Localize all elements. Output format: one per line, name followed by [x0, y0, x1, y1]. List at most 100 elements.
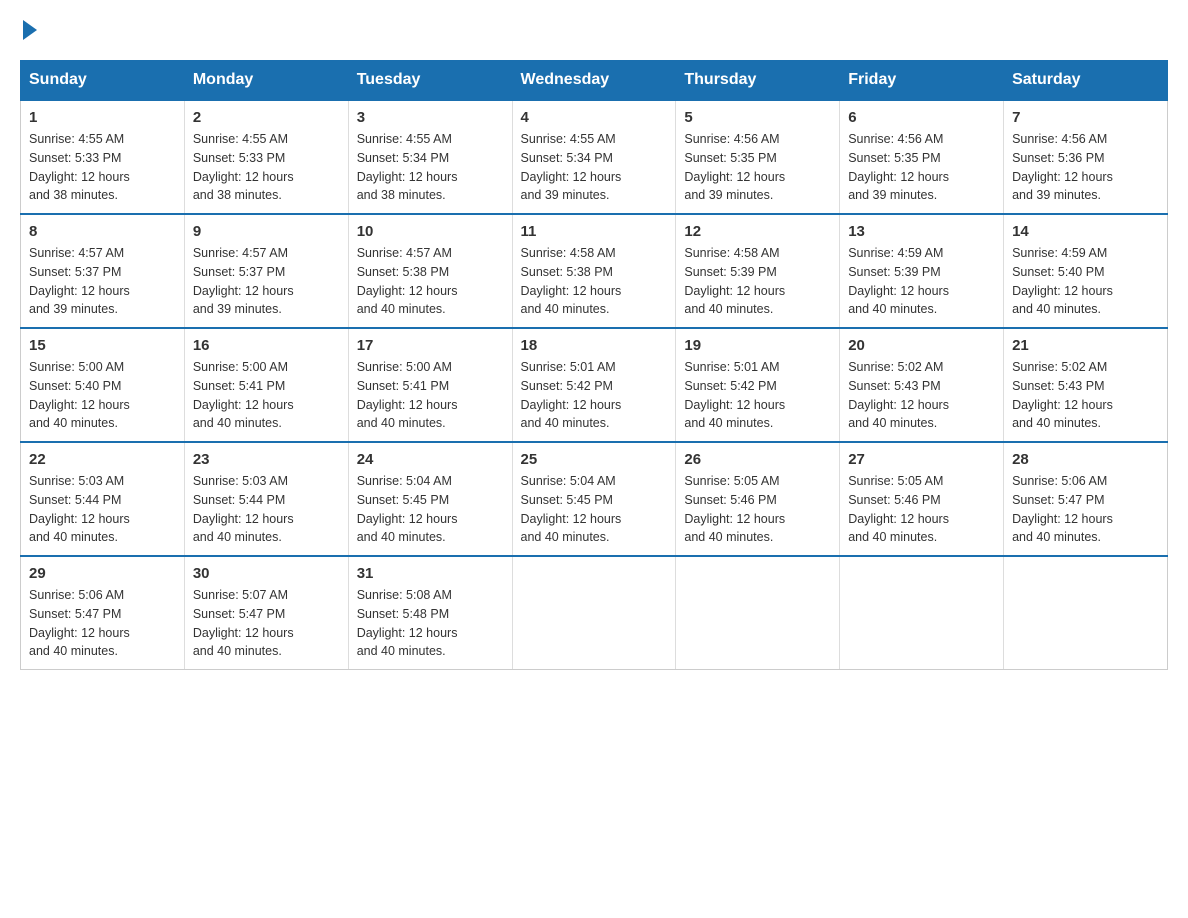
calendar-cell: 24 Sunrise: 5:04 AMSunset: 5:45 PMDaylig… [348, 442, 512, 556]
column-header-sunday: Sunday [21, 61, 185, 101]
day-info: Sunrise: 4:58 AMSunset: 5:38 PMDaylight:… [521, 246, 622, 316]
day-info: Sunrise: 4:56 AMSunset: 5:36 PMDaylight:… [1012, 132, 1113, 202]
calendar-cell: 17 Sunrise: 5:00 AMSunset: 5:41 PMDaylig… [348, 328, 512, 442]
calendar-week-row: 15 Sunrise: 5:00 AMSunset: 5:40 PMDaylig… [21, 328, 1168, 442]
calendar-week-row: 1 Sunrise: 4:55 AMSunset: 5:33 PMDayligh… [21, 100, 1168, 214]
day-number: 14 [1012, 223, 1159, 240]
day-number: 21 [1012, 337, 1159, 354]
day-info: Sunrise: 5:04 AMSunset: 5:45 PMDaylight:… [521, 474, 622, 544]
calendar-cell: 20 Sunrise: 5:02 AMSunset: 5:43 PMDaylig… [840, 328, 1004, 442]
day-number: 3 [357, 109, 504, 126]
calendar-cell: 6 Sunrise: 4:56 AMSunset: 5:35 PMDayligh… [840, 100, 1004, 214]
calendar-cell: 26 Sunrise: 5:05 AMSunset: 5:46 PMDaylig… [676, 442, 840, 556]
calendar-cell: 9 Sunrise: 4:57 AMSunset: 5:37 PMDayligh… [184, 214, 348, 328]
day-number: 8 [29, 223, 176, 240]
day-number: 31 [357, 565, 504, 582]
day-number: 28 [1012, 451, 1159, 468]
day-info: Sunrise: 5:02 AMSunset: 5:43 PMDaylight:… [1012, 360, 1113, 430]
day-info: Sunrise: 5:04 AMSunset: 5:45 PMDaylight:… [357, 474, 458, 544]
day-number: 6 [848, 109, 995, 126]
calendar-cell: 25 Sunrise: 5:04 AMSunset: 5:45 PMDaylig… [512, 442, 676, 556]
calendar-cell: 28 Sunrise: 5:06 AMSunset: 5:47 PMDaylig… [1004, 442, 1168, 556]
day-info: Sunrise: 4:59 AMSunset: 5:40 PMDaylight:… [1012, 246, 1113, 316]
calendar-cell: 13 Sunrise: 4:59 AMSunset: 5:39 PMDaylig… [840, 214, 1004, 328]
column-header-friday: Friday [840, 61, 1004, 101]
calendar-cell: 11 Sunrise: 4:58 AMSunset: 5:38 PMDaylig… [512, 214, 676, 328]
calendar-cell: 31 Sunrise: 5:08 AMSunset: 5:48 PMDaylig… [348, 556, 512, 670]
day-number: 17 [357, 337, 504, 354]
calendar-cell: 27 Sunrise: 5:05 AMSunset: 5:46 PMDaylig… [840, 442, 1004, 556]
day-number: 29 [29, 565, 176, 582]
day-number: 4 [521, 109, 668, 126]
day-number: 1 [29, 109, 176, 126]
day-number: 7 [1012, 109, 1159, 126]
calendar-cell: 14 Sunrise: 4:59 AMSunset: 5:40 PMDaylig… [1004, 214, 1168, 328]
day-info: Sunrise: 5:02 AMSunset: 5:43 PMDaylight:… [848, 360, 949, 430]
calendar-week-row: 22 Sunrise: 5:03 AMSunset: 5:44 PMDaylig… [21, 442, 1168, 556]
calendar-cell: 12 Sunrise: 4:58 AMSunset: 5:39 PMDaylig… [676, 214, 840, 328]
calendar-cell: 29 Sunrise: 5:06 AMSunset: 5:47 PMDaylig… [21, 556, 185, 670]
calendar-cell: 15 Sunrise: 5:00 AMSunset: 5:40 PMDaylig… [21, 328, 185, 442]
day-number: 19 [684, 337, 831, 354]
calendar-cell: 10 Sunrise: 4:57 AMSunset: 5:38 PMDaylig… [348, 214, 512, 328]
calendar-cell [676, 556, 840, 670]
day-info: Sunrise: 4:57 AMSunset: 5:37 PMDaylight:… [193, 246, 294, 316]
day-info: Sunrise: 4:55 AMSunset: 5:33 PMDaylight:… [193, 132, 294, 202]
calendar-week-row: 8 Sunrise: 4:57 AMSunset: 5:37 PMDayligh… [21, 214, 1168, 328]
logo [20, 20, 37, 40]
day-info: Sunrise: 5:06 AMSunset: 5:47 PMDaylight:… [1012, 474, 1113, 544]
logo-blue-text [20, 20, 37, 40]
page-header [20, 20, 1168, 40]
day-info: Sunrise: 5:06 AMSunset: 5:47 PMDaylight:… [29, 588, 130, 658]
calendar-cell: 22 Sunrise: 5:03 AMSunset: 5:44 PMDaylig… [21, 442, 185, 556]
day-info: Sunrise: 5:01 AMSunset: 5:42 PMDaylight:… [684, 360, 785, 430]
day-info: Sunrise: 4:55 AMSunset: 5:34 PMDaylight:… [521, 132, 622, 202]
calendar-cell: 5 Sunrise: 4:56 AMSunset: 5:35 PMDayligh… [676, 100, 840, 214]
day-info: Sunrise: 5:03 AMSunset: 5:44 PMDaylight:… [29, 474, 130, 544]
day-number: 11 [521, 223, 668, 240]
day-info: Sunrise: 4:55 AMSunset: 5:34 PMDaylight:… [357, 132, 458, 202]
column-header-saturday: Saturday [1004, 61, 1168, 101]
day-info: Sunrise: 5:01 AMSunset: 5:42 PMDaylight:… [521, 360, 622, 430]
day-number: 15 [29, 337, 176, 354]
day-info: Sunrise: 4:59 AMSunset: 5:39 PMDaylight:… [848, 246, 949, 316]
calendar-header-row: SundayMondayTuesdayWednesdayThursdayFrid… [21, 61, 1168, 101]
day-number: 26 [684, 451, 831, 468]
day-info: Sunrise: 4:55 AMSunset: 5:33 PMDaylight:… [29, 132, 130, 202]
day-info: Sunrise: 5:00 AMSunset: 5:41 PMDaylight:… [193, 360, 294, 430]
calendar-cell: 3 Sunrise: 4:55 AMSunset: 5:34 PMDayligh… [348, 100, 512, 214]
day-info: Sunrise: 5:05 AMSunset: 5:46 PMDaylight:… [684, 474, 785, 544]
day-number: 5 [684, 109, 831, 126]
column-header-wednesday: Wednesday [512, 61, 676, 101]
day-info: Sunrise: 5:08 AMSunset: 5:48 PMDaylight:… [357, 588, 458, 658]
day-number: 27 [848, 451, 995, 468]
calendar-cell: 19 Sunrise: 5:01 AMSunset: 5:42 PMDaylig… [676, 328, 840, 442]
day-info: Sunrise: 5:05 AMSunset: 5:46 PMDaylight:… [848, 474, 949, 544]
day-info: Sunrise: 4:58 AMSunset: 5:39 PMDaylight:… [684, 246, 785, 316]
day-number: 12 [684, 223, 831, 240]
calendar-cell: 1 Sunrise: 4:55 AMSunset: 5:33 PMDayligh… [21, 100, 185, 214]
day-number: 16 [193, 337, 340, 354]
calendar-cell [512, 556, 676, 670]
day-info: Sunrise: 5:00 AMSunset: 5:40 PMDaylight:… [29, 360, 130, 430]
day-info: Sunrise: 4:57 AMSunset: 5:37 PMDaylight:… [29, 246, 130, 316]
calendar-cell: 30 Sunrise: 5:07 AMSunset: 5:47 PMDaylig… [184, 556, 348, 670]
day-number: 24 [357, 451, 504, 468]
day-number: 20 [848, 337, 995, 354]
calendar-cell: 8 Sunrise: 4:57 AMSunset: 5:37 PMDayligh… [21, 214, 185, 328]
day-info: Sunrise: 5:03 AMSunset: 5:44 PMDaylight:… [193, 474, 294, 544]
calendar-cell: 23 Sunrise: 5:03 AMSunset: 5:44 PMDaylig… [184, 442, 348, 556]
day-info: Sunrise: 5:07 AMSunset: 5:47 PMDaylight:… [193, 588, 294, 658]
calendar-cell: 4 Sunrise: 4:55 AMSunset: 5:34 PMDayligh… [512, 100, 676, 214]
calendar-cell: 16 Sunrise: 5:00 AMSunset: 5:41 PMDaylig… [184, 328, 348, 442]
column-header-thursday: Thursday [676, 61, 840, 101]
calendar-cell: 2 Sunrise: 4:55 AMSunset: 5:33 PMDayligh… [184, 100, 348, 214]
day-number: 30 [193, 565, 340, 582]
day-info: Sunrise: 4:56 AMSunset: 5:35 PMDaylight:… [684, 132, 785, 202]
day-info: Sunrise: 5:00 AMSunset: 5:41 PMDaylight:… [357, 360, 458, 430]
calendar-cell [840, 556, 1004, 670]
day-number: 18 [521, 337, 668, 354]
day-number: 13 [848, 223, 995, 240]
day-info: Sunrise: 4:57 AMSunset: 5:38 PMDaylight:… [357, 246, 458, 316]
day-info: Sunrise: 4:56 AMSunset: 5:35 PMDaylight:… [848, 132, 949, 202]
